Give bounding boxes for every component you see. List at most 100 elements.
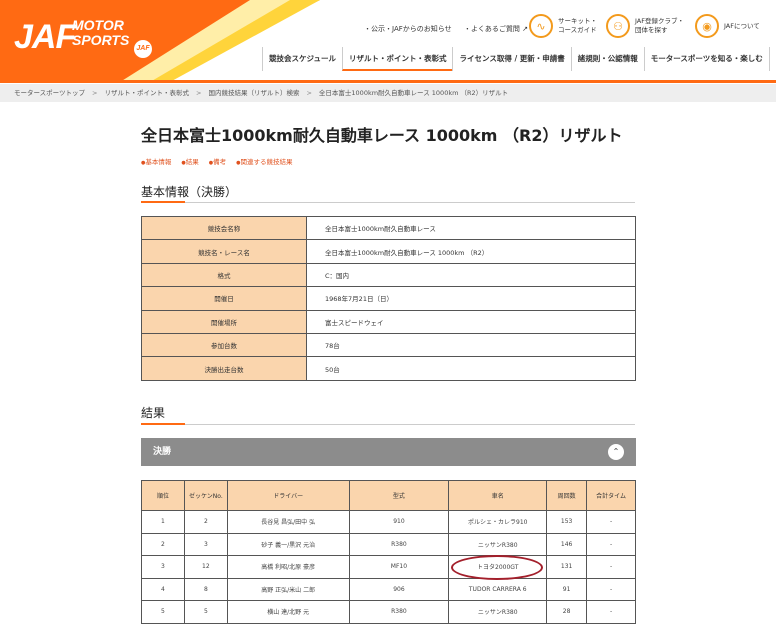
quicklink-circuit[interactable]: ∿ サーキット・ コースガイド xyxy=(529,14,597,38)
cell-position: 2 xyxy=(141,532,185,556)
cell-driver: 高野 正弘/米山 二郎 xyxy=(226,577,350,601)
nav-schedule[interactable]: 競技会スケジュール xyxy=(262,47,342,71)
nav-results[interactable]: リザルト・ポイント・表彰式 xyxy=(341,47,453,71)
breadcrumb-item-results[interactable]: リザルト・ポイント・表彰式 xyxy=(105,89,190,97)
cell-position: 5 xyxy=(141,600,185,624)
toplink-faq[interactable]: ・よくあるご質問 ↗ xyxy=(464,25,528,33)
cell-model: MF10 xyxy=(348,555,450,579)
anchor-notes[interactable]: 備考 xyxy=(209,156,226,166)
cell-time: - xyxy=(586,532,636,556)
cell-driver: 横山 達/北野 元 xyxy=(226,600,350,624)
info-key: 開催日 xyxy=(141,286,307,311)
accordion-label: 決勝 xyxy=(153,447,172,457)
column-header: 車名 xyxy=(448,480,548,511)
table-row: 3 12 高橋 利昭/北原 豪彦 MF10 トヨタ2000GT 131 - xyxy=(141,555,636,579)
info-value: C：国内 xyxy=(306,262,636,288)
quicklink-club[interactable]: ⚇ JAF登録クラブ・ 団体を探す xyxy=(606,14,684,38)
basic-info-heading: 基本情報（決勝） xyxy=(141,185,238,199)
nav-license[interactable]: ライセンス取得 / 更新・申請書 xyxy=(452,47,570,71)
cell-driver: 高橋 利昭/北原 豪彦 xyxy=(226,555,350,579)
car-icon: ◉ xyxy=(695,14,719,38)
quicklink-club-label2: 団体を探す xyxy=(635,26,668,34)
quicklink-club-label1: JAF登録クラブ・ xyxy=(635,17,684,25)
page-title: 全日本富士1000km耐久自動車レース 1000km （R2）リザルト xyxy=(141,126,623,145)
site-header: JAF MOTOR SPORTS JAF ・公示・JAFからのお知らせ ・よくあ… xyxy=(0,0,776,83)
breadcrumb-item-current: 全日本富士1000km耐久自動車レース 1000km （R2）リザルト xyxy=(318,89,509,97)
nav-learn[interactable]: モータースポーツを知る・楽しむ xyxy=(643,47,770,71)
anchor-related[interactable]: 関連する競技結果 xyxy=(236,156,293,166)
table-row: 4 8 高野 正弘/米山 二郎 906 TUDOR CARRERA 6 91 - xyxy=(141,577,636,601)
breadcrumb-item-search[interactable]: 国内競技結果（リザルト）検索 xyxy=(208,89,299,97)
anchor-basic-info[interactable]: 基本情報 xyxy=(141,156,171,166)
breadcrumb-separator: > xyxy=(306,89,312,97)
column-header: 合計タイム xyxy=(586,480,636,511)
cell-laps: 153 xyxy=(546,510,588,534)
table-header-row: 順位 ゼッケンNo. ドライバー 型式 車名 周回数 合計タイム xyxy=(141,480,636,511)
results-heading: 結果 xyxy=(141,406,166,420)
table-row: 競技会名称 全日本富士1000km耐久自動車レース xyxy=(141,215,636,241)
cell-car: ニッサンR380 xyxy=(448,600,548,624)
cell-car: TUDOR CARRERA 6 xyxy=(448,577,548,601)
top-links: ・公示・JAFからのお知らせ ・よくあるご質問 ↗ xyxy=(364,24,538,34)
info-value: 1968年7月21日（日） xyxy=(306,286,636,311)
cell-time: - xyxy=(586,555,636,579)
circuit-icon: ∿ xyxy=(529,14,553,38)
info-key: 競技会名称 xyxy=(141,215,307,241)
table-row: 開催日 1968年7月21日（日） xyxy=(141,286,636,311)
breadcrumb-item-top[interactable]: モータースポーツトップ xyxy=(14,89,85,97)
chevron-up-icon[interactable]: ⌃ xyxy=(608,444,624,460)
info-key: 格式 xyxy=(141,262,307,288)
column-header: ドライバー xyxy=(226,480,350,511)
quicklink-circuit-label2: コースガイド xyxy=(558,26,597,34)
page-anchors: 基本情報 結果 備考 関連する競技結果 xyxy=(141,156,303,166)
global-nav: 競技会スケジュール リザルト・ポイント・表彰式 ライセンス取得 / 更新・申請書… xyxy=(262,47,770,71)
nav-rules[interactable]: 諸規則・公認情報 xyxy=(570,47,644,71)
cell-number: 8 xyxy=(183,577,228,601)
basic-info-table: 競技会名称 全日本富士1000km耐久自動車レース 競技名・レース名 全日本富士10… xyxy=(141,215,636,381)
info-key: 決勝出走台数 xyxy=(141,356,307,381)
column-header: 順位 xyxy=(141,480,185,511)
results-table: 順位 ゼッケンNo. ドライバー 型式 車名 周回数 合計タイム 1 2 長谷見… xyxy=(141,480,636,624)
cell-laps: 91 xyxy=(546,577,588,601)
table-row: 5 5 横山 達/北野 元 R380 ニッサンR380 28 - xyxy=(141,600,636,624)
final-accordion-header[interactable]: 決勝 ⌃ xyxy=(141,438,636,466)
cell-car: ポルシェ・カレラ910 xyxy=(448,510,548,534)
column-header: ゼッケンNo. xyxy=(183,480,228,511)
cell-laps: 146 xyxy=(546,532,588,556)
anchor-results[interactable]: 結果 xyxy=(181,156,199,166)
breadcrumb-separator: > xyxy=(92,89,98,97)
section-divider xyxy=(141,424,635,425)
info-value: 78台 xyxy=(306,332,636,358)
breadcrumb: モータースポーツトップ > リザルト・ポイント・表彰式 > 国内競技結果（リザルト）検索… xyxy=(0,84,776,102)
cell-model: 910 xyxy=(348,510,450,534)
table-row: 格式 C：国内 xyxy=(141,262,636,288)
cell-laps: 131 xyxy=(546,555,588,579)
header-divider xyxy=(0,80,776,83)
club-icon: ⚇ xyxy=(606,14,630,38)
table-row: 1 2 長谷見 昌弘/田中 弘 910 ポルシェ・カレラ910 153 - xyxy=(141,510,636,534)
info-key: 競技名・レース名 xyxy=(141,239,307,264)
quicklink-about-label: JAFについて xyxy=(724,21,760,30)
cell-number: 2 xyxy=(183,510,228,534)
info-key: 開催場所 xyxy=(141,309,307,334)
cell-driver: 砂子 義一/黒沢 元治 xyxy=(226,532,350,556)
cell-driver: 長谷見 昌弘/田中 弘 xyxy=(226,510,350,534)
info-key: 参加台数 xyxy=(141,332,307,358)
info-value: 50台 xyxy=(306,356,636,381)
cell-time: - xyxy=(586,600,636,624)
quicklink-about[interactable]: ◉ JAFについて xyxy=(695,14,760,38)
section-accent xyxy=(141,201,185,203)
info-value: 全日本富士1000km耐久自動車レース xyxy=(306,215,636,241)
cell-number: 5 xyxy=(183,600,228,624)
cell-position: 3 xyxy=(141,555,185,579)
cell-time: - xyxy=(586,510,636,534)
toplink-notice[interactable]: ・公示・JAFからのお知らせ xyxy=(364,25,452,33)
table-row: 開催場所 富士スピードウェイ xyxy=(141,309,636,334)
cell-car: ニッサンR380 xyxy=(448,532,548,556)
section-divider xyxy=(141,202,635,203)
cell-model: 906 xyxy=(348,577,450,601)
cell-model: R380 xyxy=(348,600,450,624)
cell-number: 3 xyxy=(183,532,228,556)
table-row: 決勝出走台数 50台 xyxy=(141,356,636,381)
column-header: 型式 xyxy=(348,480,450,511)
